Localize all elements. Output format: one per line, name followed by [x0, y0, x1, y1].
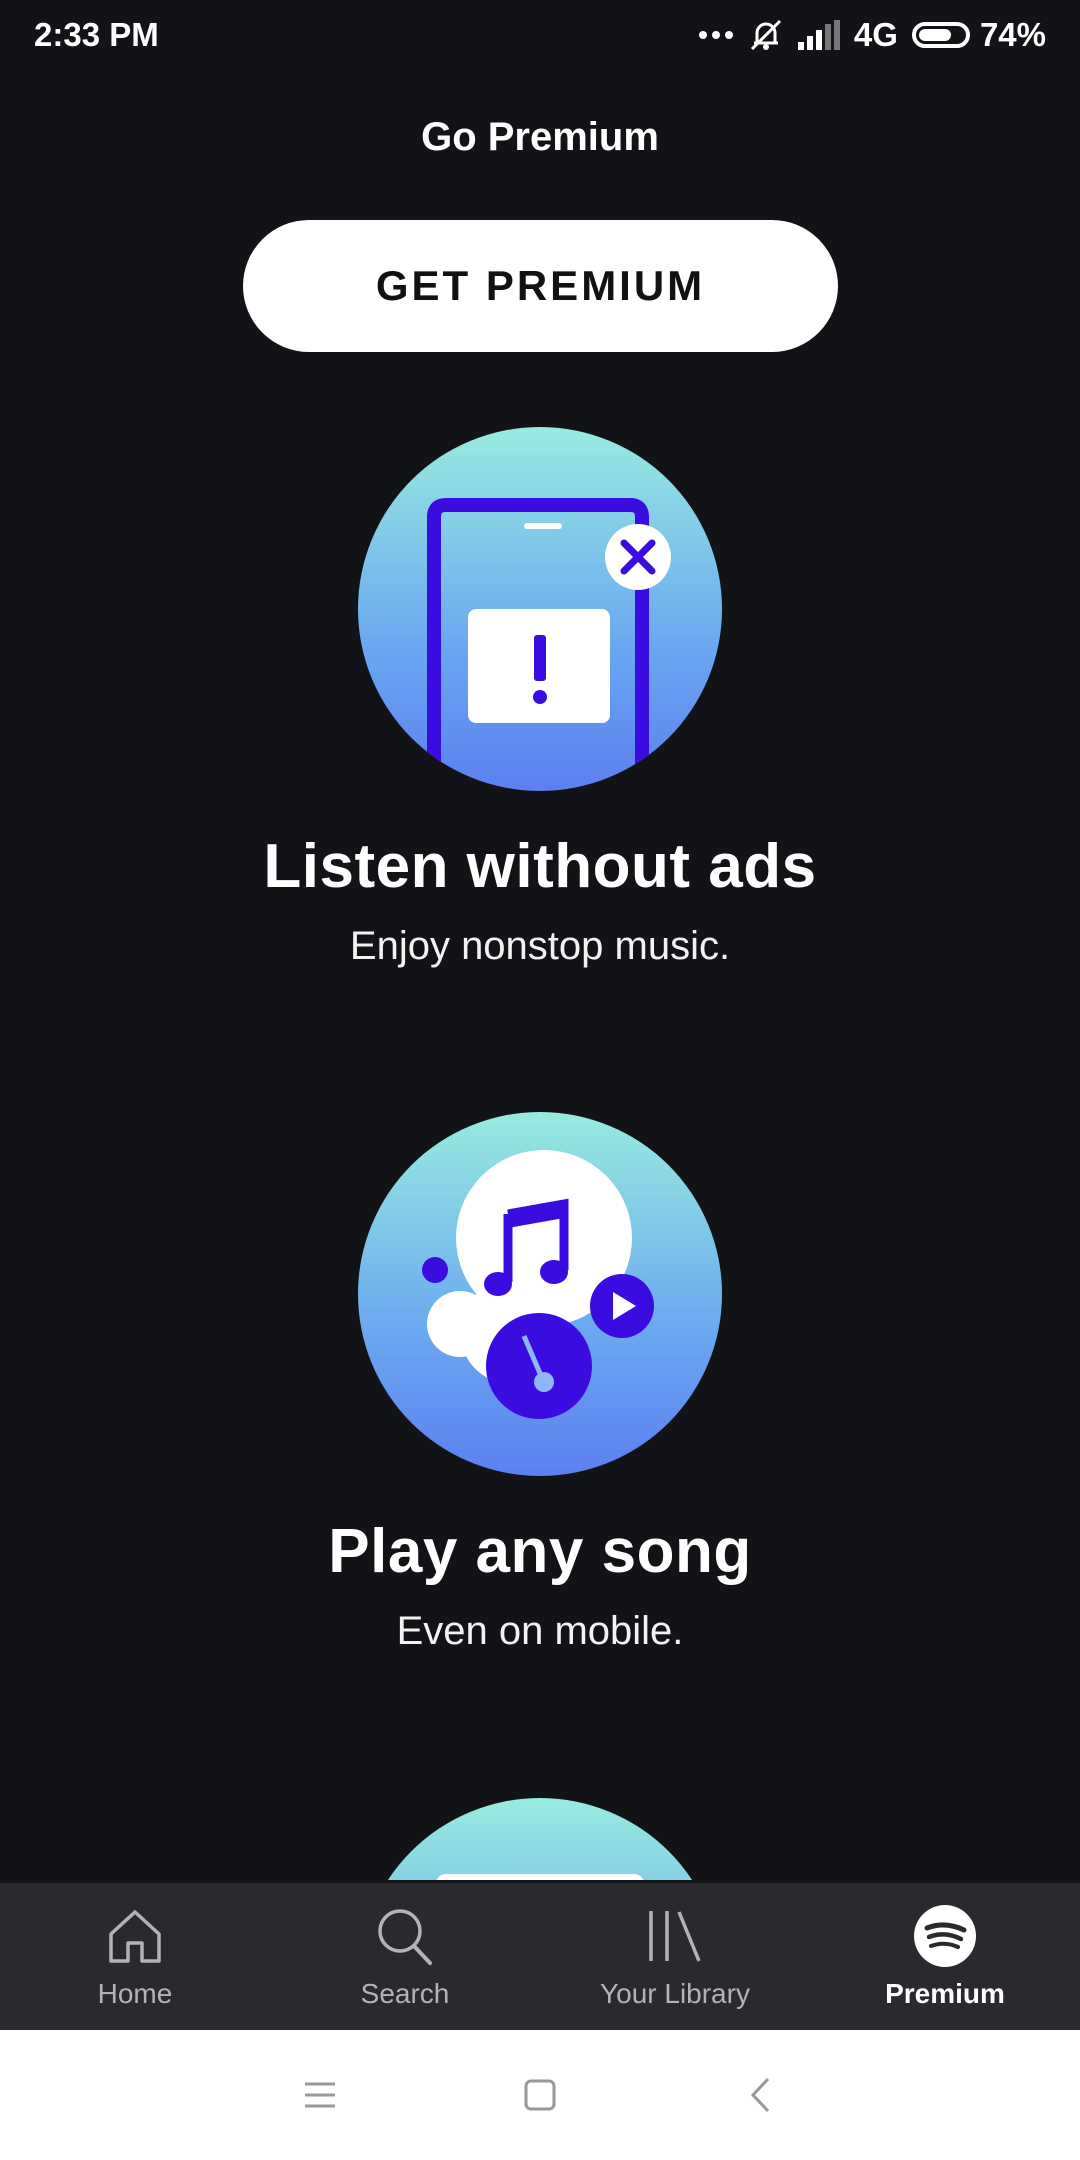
nav-item-search[interactable]: Search	[270, 1883, 540, 2030]
status-time: 2:33 PM	[34, 16, 159, 53]
phone-ad-blocked-icon	[358, 427, 722, 791]
feature-listen-without-ads: Listen without ads Enjoy nonstop music.	[0, 427, 1080, 969]
feature-play-any-song: Play any song Even on mobile.	[0, 1112, 1080, 1654]
search-icon	[375, 1904, 435, 1968]
nav-label: Premium	[885, 1977, 1005, 2009]
nav-label: Home	[97, 1977, 173, 2009]
nav-label: Search	[360, 1977, 450, 2009]
status-bar: 2:33 PM 4G 74%	[0, 0, 1080, 70]
feature-illustration-partial	[358, 1798, 722, 1880]
battery-fill	[918, 29, 952, 41]
feature-subtitle: Enjoy nonstop music.	[349, 924, 731, 968]
menu-icon[interactable]	[210, 2080, 430, 2110]
spotify-logo-icon	[914, 1904, 976, 1968]
home-square-icon[interactable]	[430, 2078, 650, 2112]
system-nav-bar	[0, 2030, 1080, 2160]
status-icons: 4G 74%	[698, 16, 1046, 54]
library-icon	[645, 1904, 705, 1968]
get-premium-button[interactable]: GET PREMIUM	[243, 220, 838, 352]
page-title: Go Premium	[421, 115, 659, 159]
bottom-nav: Home Search Your Library Premium	[0, 1883, 1080, 2030]
nav-item-premium[interactable]: Premium	[810, 1883, 1080, 2030]
battery-percent: 74%	[979, 16, 1046, 53]
music-play-icon	[358, 1112, 722, 1476]
nav-item-your-library[interactable]: Your Library	[540, 1883, 810, 2030]
feature-title: Listen without ads	[263, 832, 817, 901]
network-type: 4G	[853, 16, 898, 53]
feature-subtitle: Even on mobile.	[396, 1609, 684, 1653]
bell-muted-icon	[748, 17, 784, 53]
home-icon	[106, 1904, 164, 1968]
signal-icon	[797, 20, 840, 50]
battery-icon: 74%	[911, 16, 1046, 54]
nav-item-home[interactable]: Home	[0, 1883, 270, 2030]
nav-label: Your Library	[600, 1977, 750, 2009]
more-dots-icon	[698, 30, 734, 40]
back-icon[interactable]	[650, 2076, 870, 2114]
feature-title: Play any song	[328, 1517, 752, 1586]
